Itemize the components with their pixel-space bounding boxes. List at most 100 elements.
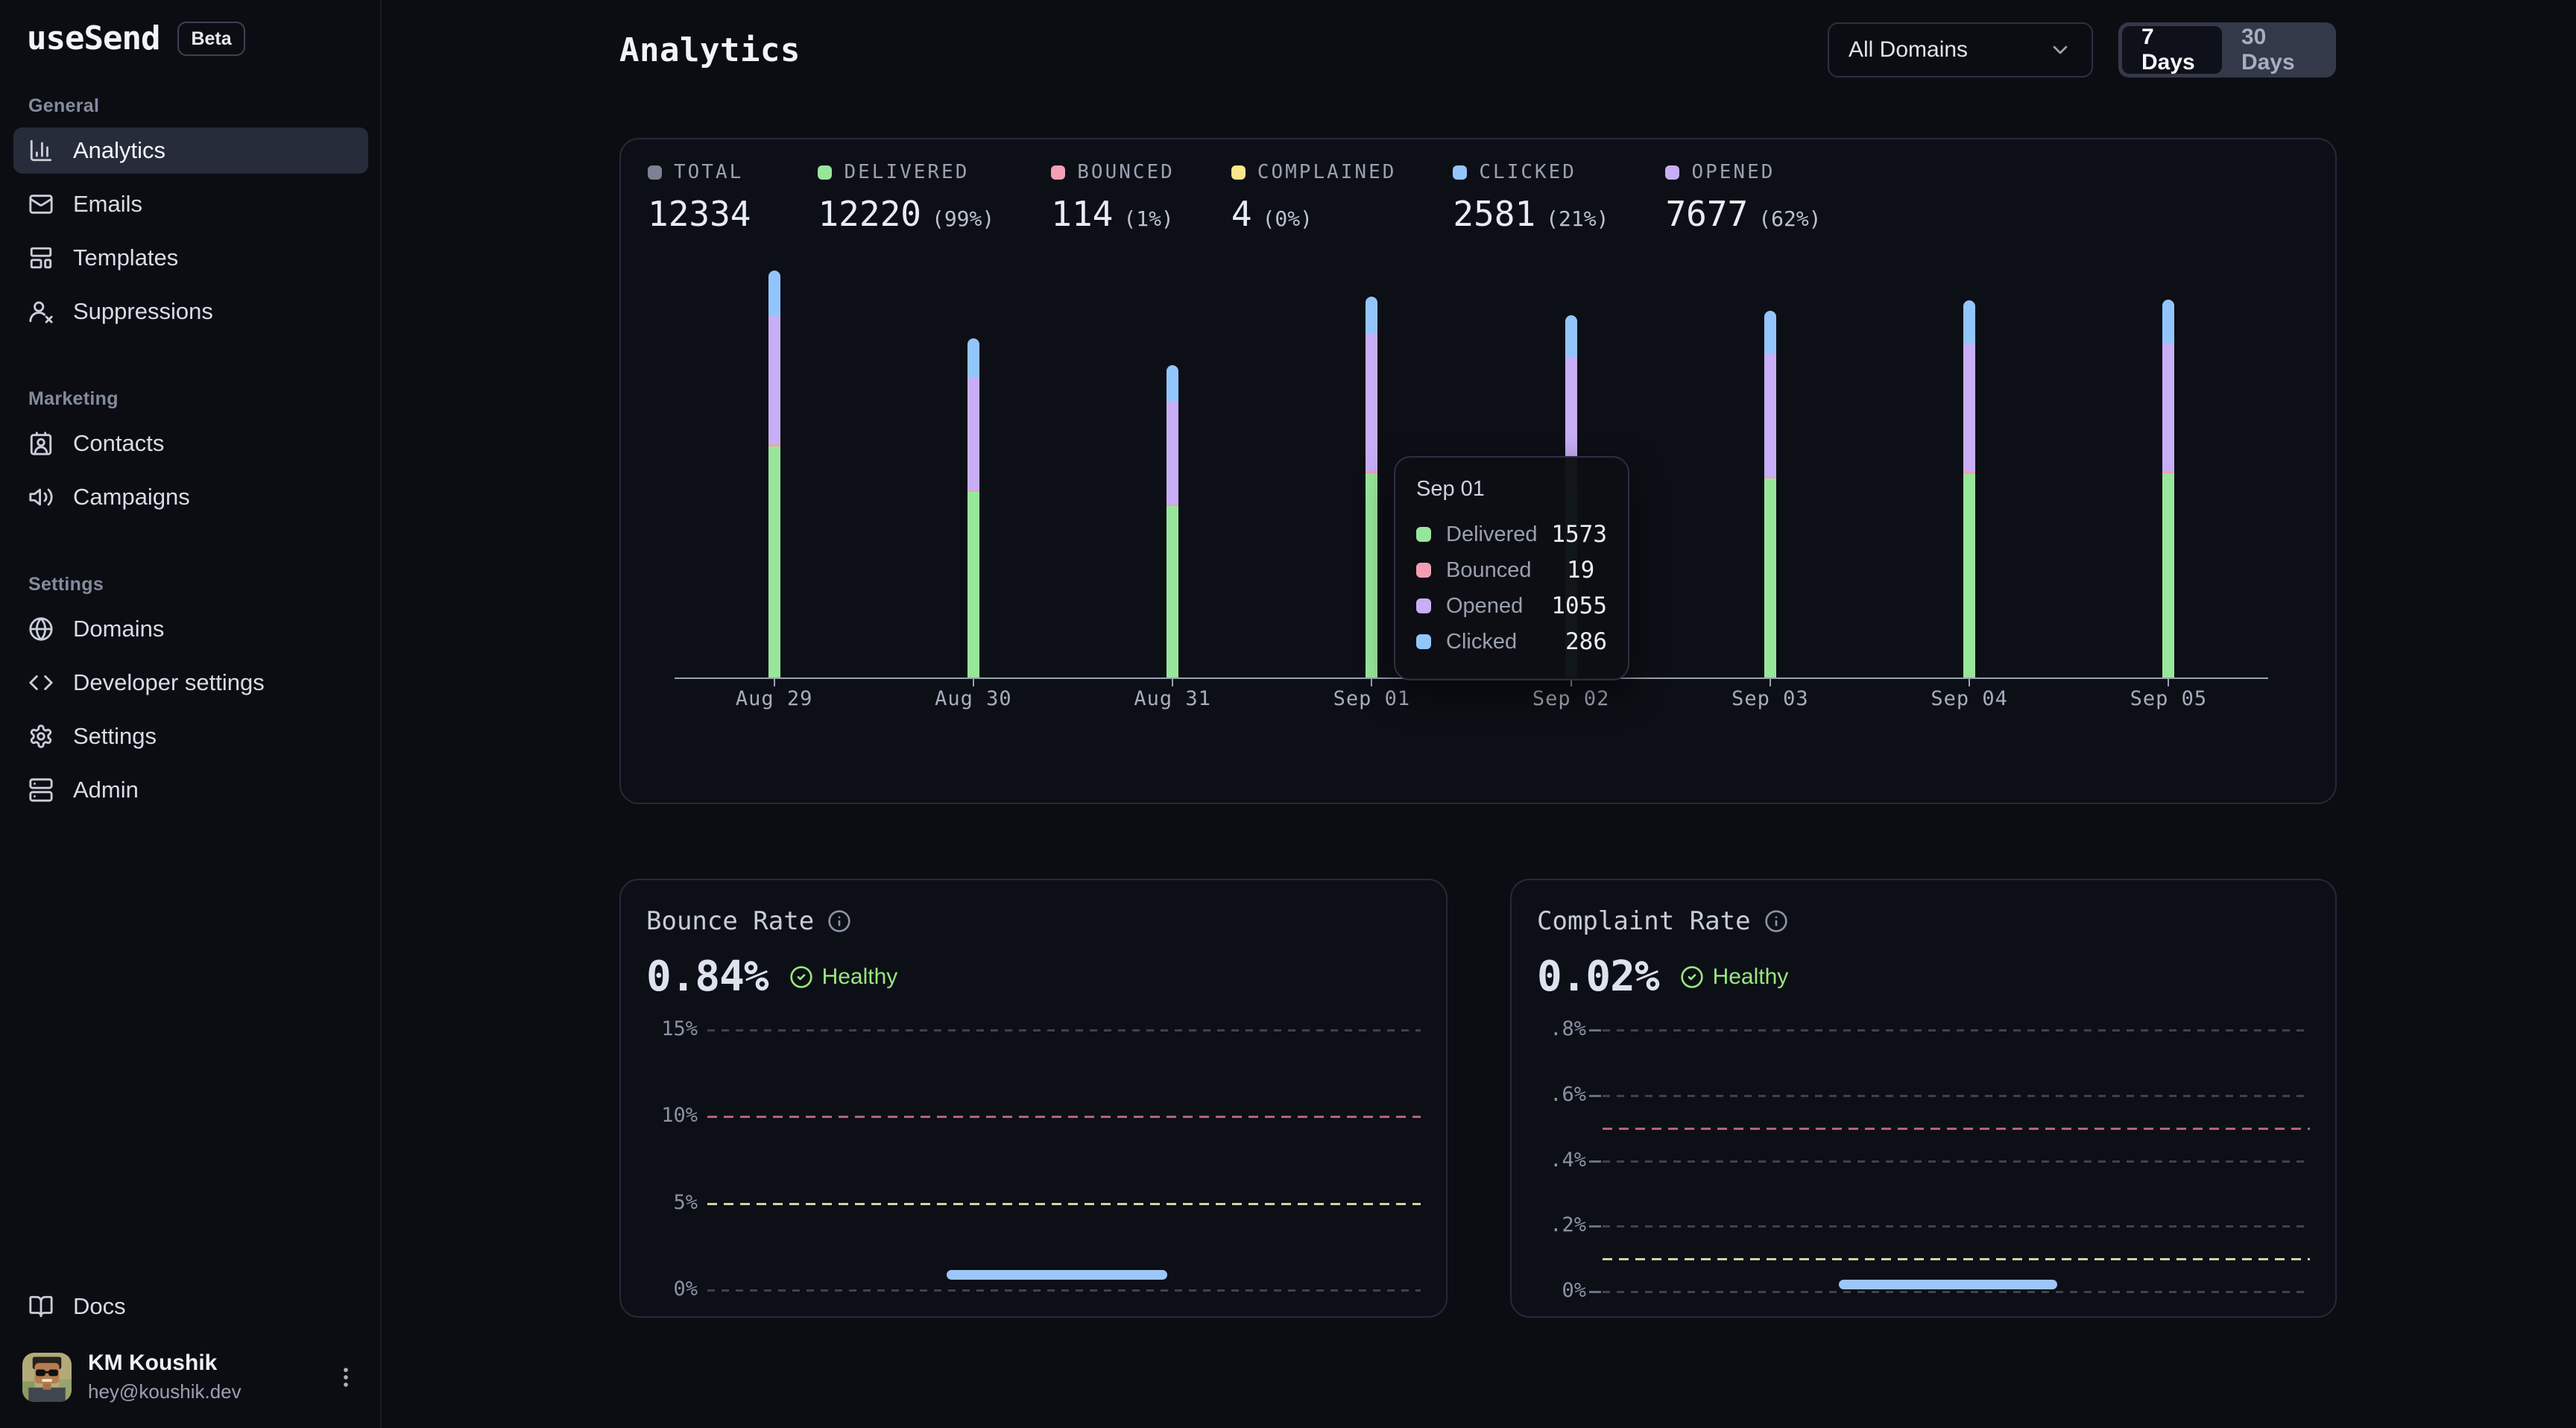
- stat-dot: [1051, 165, 1065, 180]
- sidebar-item-domains[interactable]: Domains: [13, 606, 368, 652]
- sidebar-item-contacts[interactable]: Contacts: [13, 420, 368, 467]
- bar-segment-clicked: [1366, 297, 1377, 334]
- x-axis-label: Sep 02: [1497, 687, 1646, 710]
- threshold-line: [1603, 1258, 2310, 1260]
- stat-value: 114: [1051, 194, 1113, 234]
- bar-segment-delivered: [2162, 473, 2174, 677]
- stat-percent: (21%): [1546, 206, 1609, 231]
- user-menu-button[interactable]: [331, 1355, 361, 1400]
- book-open-icon: [28, 1294, 54, 1319]
- bar-segment-delivered: [1764, 478, 1776, 677]
- stat-value: 12334: [648, 194, 751, 234]
- tooltip-title: Sep 01: [1416, 477, 1607, 502]
- stat-percent: (62%): [1758, 206, 1821, 231]
- analytics-dashboard: { "app": { "name": "useSend", "badge": "…: [0, 0, 2576, 1428]
- bar-segment-clicked: [2162, 300, 2174, 344]
- bar-segment-clicked: [1963, 300, 1975, 344]
- bar-aug-30[interactable]: [967, 338, 979, 677]
- tooltip-row-delivered: Delivered1573: [1416, 516, 1607, 552]
- sidebar-item-admin[interactable]: Admin: [13, 767, 368, 813]
- tooltip-value: 286: [1565, 628, 1607, 655]
- info-icon[interactable]: [827, 909, 851, 933]
- bar-aug-29[interactable]: [768, 271, 780, 677]
- complaint-rate-card: [1510, 879, 2337, 1318]
- y-axis-label: .2%: [1531, 1213, 1586, 1236]
- bar-segment-opened: [1764, 354, 1776, 477]
- sidebar-item-label: Campaigns: [73, 484, 190, 511]
- info-icon[interactable]: [1764, 909, 1788, 933]
- y-axis-tick: [1589, 1291, 1601, 1293]
- sidebar-item-label: Domains: [73, 616, 164, 642]
- tooltip-swatch: [1416, 598, 1431, 613]
- sidebar-item-analytics[interactable]: Analytics: [13, 127, 368, 174]
- y-axis-label: .8%: [1531, 1017, 1586, 1040]
- tooltip-label: Opened: [1446, 594, 1551, 619]
- y-axis-label: 0%: [1531, 1279, 1586, 1302]
- sidebar-item-emails[interactable]: Emails: [13, 181, 368, 227]
- bar-segment-opened: [1366, 334, 1377, 471]
- user-meta: KM Koushik hey@koushik.dev: [88, 1350, 331, 1403]
- bar-aug-31[interactable]: [1167, 365, 1178, 677]
- bar-segment-clicked: [1764, 311, 1776, 353]
- grid-line: [1603, 1095, 2310, 1097]
- bounce-rate-card: [619, 879, 1448, 1318]
- tooltip-label: Clicked: [1446, 630, 1565, 654]
- bounce-rate-title-row: Bounce Rate: [646, 906, 851, 936]
- tooltip-value: 1055: [1551, 593, 1607, 619]
- check-circle-icon: [789, 965, 813, 989]
- y-axis-label: .4%: [1531, 1149, 1586, 1172]
- bar-segment-delivered: [768, 446, 780, 677]
- bar-sep-05[interactable]: [2162, 300, 2174, 677]
- y-axis-tick: [1589, 1029, 1601, 1031]
- sidebar: useSend Beta GeneralAnalyticsEmailsTempl…: [0, 0, 382, 1428]
- bar-sep-03[interactable]: [1764, 311, 1776, 677]
- sidebar-item-suppressions[interactable]: Suppressions: [13, 288, 368, 335]
- grid-line: [707, 1029, 1421, 1031]
- tooltip-label: Delivered: [1446, 522, 1551, 547]
- bar-segment-delivered: [1366, 473, 1377, 677]
- sidebar-item-label: Contacts: [73, 430, 164, 457]
- threshold-line: [1603, 1128, 2310, 1130]
- stat-value: 7677: [1665, 194, 1748, 234]
- x-axis-label: Aug 31: [1098, 687, 1247, 710]
- y-axis-tick: [1589, 1225, 1601, 1228]
- sidebar-item-label: Developer settings: [73, 669, 265, 696]
- x-axis-label: Aug 29: [700, 687, 849, 710]
- sidebar-item-docs[interactable]: Docs: [13, 1283, 368, 1330]
- bar-segment-clicked: [768, 271, 780, 316]
- bar-segment-clicked: [1565, 315, 1577, 358]
- tooltip-value: 1573: [1551, 521, 1607, 548]
- y-axis-label: 10%: [643, 1104, 698, 1127]
- bounce-rate-value: 0.84%: [646, 952, 768, 1001]
- bar-sep-01[interactable]: [1366, 297, 1377, 677]
- y-axis-tick: [1589, 1160, 1601, 1163]
- rate-line-segment: [1839, 1280, 2057, 1289]
- domain-filter-value: All Domains: [1849, 37, 2048, 63]
- mail-icon: [28, 192, 54, 217]
- range-30-days-button[interactable]: 30 Days: [2222, 26, 2332, 74]
- tooltip-row-opened: Opened1055: [1416, 588, 1607, 624]
- domain-filter-select[interactable]: All Domains: [1828, 22, 2093, 78]
- sidebar-item-label: Admin: [73, 777, 139, 803]
- stat-opened: OPENED 7677 (62%): [1665, 161, 1821, 234]
- sidebar-item-templates[interactable]: Templates: [13, 235, 368, 281]
- sidebar-item-label: Suppressions: [73, 298, 213, 325]
- logo-row: useSend Beta: [27, 19, 245, 57]
- x-axis-tick: [973, 679, 974, 686]
- x-axis-tick: [1770, 679, 1771, 686]
- stat-label: OPENED: [1691, 161, 1775, 183]
- bounce-rate-value-row: 0.84% Healthy: [646, 952, 897, 1001]
- sidebar-item-developer-settings[interactable]: Developer settings: [13, 660, 368, 706]
- user-email: hey@koushik.dev: [88, 1380, 331, 1403]
- sidebar-item-settings[interactable]: Settings: [13, 713, 368, 759]
- rate-line-segment: [947, 1270, 1168, 1280]
- bar-sep-04[interactable]: [1963, 300, 1975, 677]
- sidebar-item-campaigns[interactable]: Campaigns: [13, 474, 368, 520]
- range-7-days-button[interactable]: 7 Days: [2122, 26, 2222, 74]
- user-row[interactable]: KM Koushik hey@koushik.dev: [22, 1350, 361, 1403]
- avatar: [22, 1353, 72, 1402]
- complaint-rate-title: Complaint Rate: [1537, 906, 1751, 936]
- globe-icon: [28, 616, 54, 642]
- threshold-line: [707, 1203, 1421, 1205]
- y-axis-tick: [1589, 1095, 1601, 1097]
